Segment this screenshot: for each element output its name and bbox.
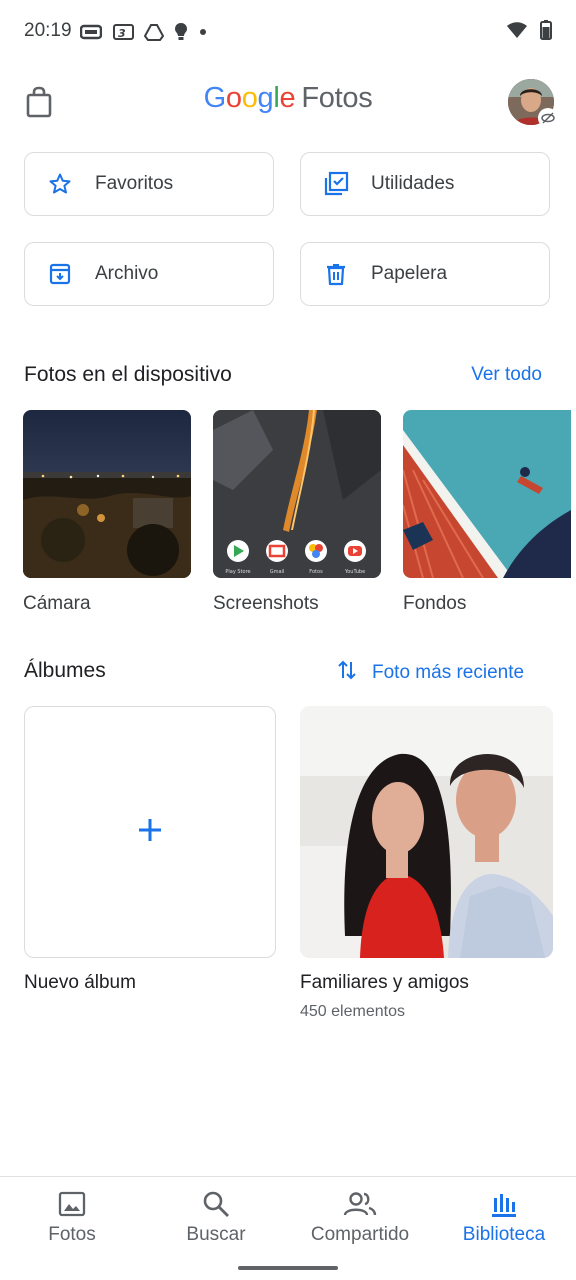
wallpapers-folder-thumb[interactable] bbox=[403, 410, 571, 578]
battery-icon bbox=[540, 20, 552, 40]
app-logo: Google Fotos bbox=[0, 82, 576, 115]
logo-letter: o bbox=[241, 82, 258, 114]
dot-icon bbox=[200, 29, 206, 35]
nav-shared-label: Compartido bbox=[310, 1224, 410, 1245]
new-album-label: Nuevo álbum bbox=[24, 972, 136, 993]
see-all-link[interactable]: Ver todo bbox=[471, 364, 542, 386]
nav-shared[interactable]: Compartido bbox=[288, 1188, 432, 1246]
star-icon bbox=[47, 171, 73, 197]
archive-button[interactable]: Archivo bbox=[24, 242, 274, 306]
visibility-off-icon bbox=[538, 108, 558, 128]
screenshots-folder-label: Screenshots bbox=[213, 593, 319, 614]
camera-folder-label: Cámara bbox=[23, 593, 91, 614]
favorites-label: Favoritos bbox=[95, 173, 174, 194]
trash-button[interactable]: Papelera bbox=[300, 242, 550, 306]
favorites-button[interactable]: Favoritos bbox=[24, 152, 274, 216]
home-indicator[interactable] bbox=[238, 1266, 338, 1270]
album-item-count: 450 elementos bbox=[300, 1003, 405, 1020]
status-right bbox=[506, 20, 552, 40]
logo-letter: e bbox=[279, 82, 296, 114]
bulb-icon bbox=[175, 23, 187, 40]
search-icon bbox=[144, 1188, 288, 1220]
new-album-button[interactable] bbox=[24, 706, 276, 958]
screen-icon bbox=[80, 24, 102, 40]
dock-label-play: Play Store bbox=[225, 569, 250, 575]
library-icon bbox=[432, 1188, 576, 1220]
nav-photos[interactable]: Fotos bbox=[0, 1188, 144, 1246]
people-icon bbox=[288, 1188, 432, 1220]
dock-label-youtube: YouTube bbox=[344, 569, 365, 575]
logo-product: Fotos bbox=[301, 82, 373, 114]
svg-text:3: 3 bbox=[118, 27, 126, 40]
nav-search-label: Buscar bbox=[186, 1224, 246, 1245]
albums-section-title: Álbumes bbox=[24, 659, 106, 682]
plus-icon bbox=[137, 817, 163, 848]
nav-library[interactable]: Biblioteca bbox=[432, 1188, 576, 1246]
device-section-title: Fotos en el dispositivo bbox=[24, 363, 232, 386]
dock-label-fotos: Fotos bbox=[309, 569, 323, 575]
trash-icon bbox=[323, 261, 349, 287]
dock-label-gmail: Gmail bbox=[270, 569, 285, 575]
photo-icon bbox=[0, 1188, 144, 1220]
wallpapers-folder-label: Fondos bbox=[403, 593, 467, 614]
3g-icon: 3 bbox=[113, 24, 134, 40]
archive-icon bbox=[47, 261, 73, 287]
sort-icon bbox=[336, 659, 358, 686]
album-cover-family[interactable] bbox=[300, 706, 553, 958]
checklist-icon bbox=[323, 171, 349, 197]
status-time: 20:19 bbox=[24, 20, 72, 41]
sort-button[interactable]: Foto más reciente bbox=[336, 659, 524, 686]
screenshots-folder-thumb[interactable]: Play Store Gmail Fotos YouTube bbox=[213, 410, 381, 578]
logo-google: Google bbox=[204, 82, 296, 114]
wifi-icon bbox=[507, 22, 527, 38]
logo-letter: o bbox=[225, 82, 242, 114]
status-icons: 3 bbox=[80, 20, 208, 44]
nav-library-label: Biblioteca bbox=[462, 1224, 546, 1245]
logo-letter: g bbox=[257, 82, 274, 114]
bottom-nav-divider bbox=[0, 1176, 576, 1177]
logo-letter: G bbox=[203, 82, 227, 114]
nav-search[interactable]: Buscar bbox=[144, 1188, 288, 1246]
trash-label: Papelera bbox=[371, 263, 448, 284]
nav-photos-label: Fotos bbox=[48, 1224, 96, 1245]
sort-label: Foto más reciente bbox=[372, 661, 525, 683]
drive-icon bbox=[144, 24, 164, 41]
utilities-button[interactable]: Utilidades bbox=[300, 152, 550, 216]
utilities-label: Utilidades bbox=[371, 173, 455, 194]
camera-folder-thumb[interactable] bbox=[23, 410, 191, 578]
album-title: Familiares y amigos bbox=[300, 972, 469, 993]
archive-label: Archivo bbox=[95, 263, 159, 284]
